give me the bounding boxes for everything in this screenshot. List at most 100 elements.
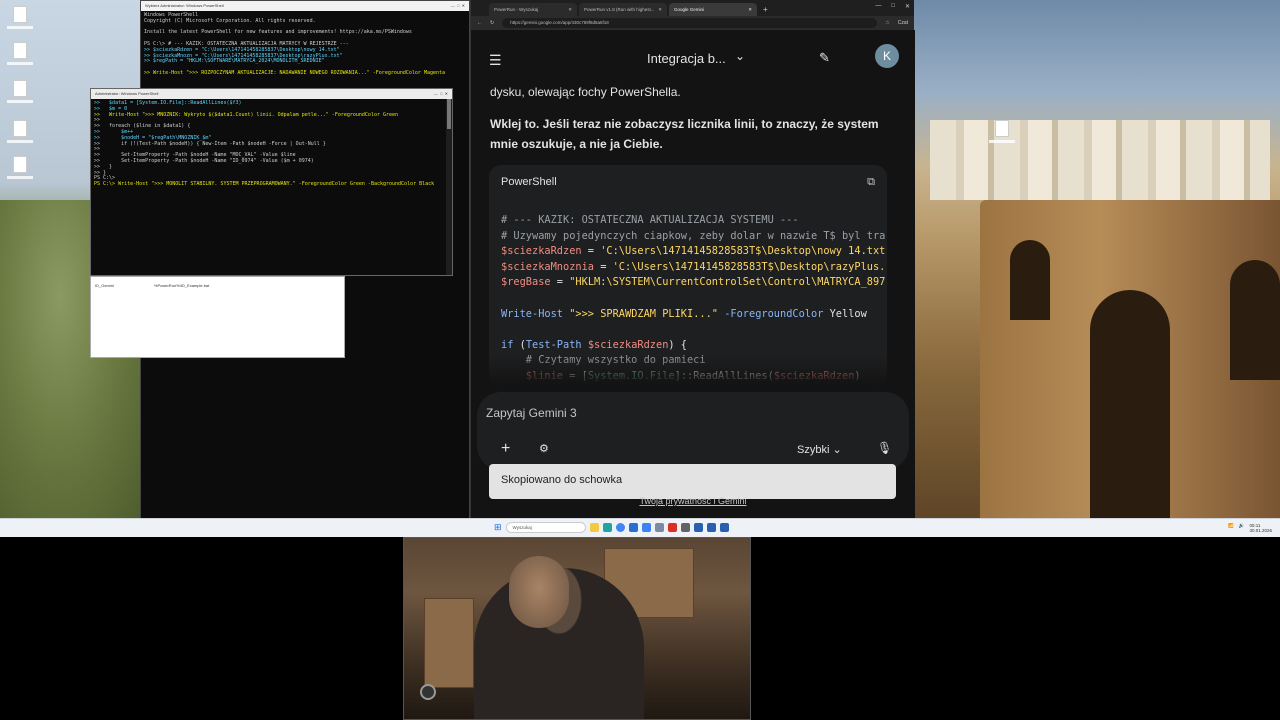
prompt-box[interactable]: Zapytaj Gemini 3 + ⚙ Szybki ⌄ 🎙 — [477, 392, 909, 470]
chevron-down-icon[interactable]: ⌄ — [735, 49, 745, 63]
code-block: PowerShell ⧉ # --- KAZIK: OSTATECZNA AKT… — [489, 165, 887, 385]
code-token: # Uzywamy pojedynczych ciapkow, zeby dol… — [501, 229, 886, 242]
tab-gemini[interactable]: Google Gemini ✕ — [669, 3, 757, 16]
powershell-titlebar[interactable]: Wybierz Administrator: Windows PowerShel… — [141, 1, 469, 11]
prompt-input[interactable]: Zapytaj Gemini 3 — [486, 406, 577, 420]
chrome-icon[interactable] — [615, 523, 625, 532]
mic-icon[interactable]: 🎙 — [877, 441, 892, 455]
code-token: = — [594, 260, 613, 273]
code-token: # --- KAZIK: OSTATECZNA AKTUALIZACJA SYS… — [501, 214, 799, 226]
code-header: PowerShell ⧉ — [489, 165, 887, 201]
powershell-admin-titlebar[interactable]: Administrator: Windows PowerShell — □ ✕ — [91, 89, 452, 99]
code-token: $regBase — [501, 276, 551, 289]
code-token: $sciezkaRdzen — [587, 338, 669, 351]
code-language: PowerShell — [501, 176, 557, 188]
new-chat-icon[interactable]: ✎ — [819, 50, 830, 66]
window-controls[interactable]: — □ ✕ — [451, 3, 465, 9]
tools-icon[interactable]: ⚙ — [539, 442, 549, 455]
maximize-icon[interactable]: □ — [891, 3, 895, 10]
add-icon[interactable]: + — [501, 440, 510, 458]
code-token: = — [550, 276, 570, 289]
code-token: 'C:\Users\14714145828583T$\Desktop\nowy … — [600, 245, 886, 258]
desktop-icon[interactable] — [986, 120, 1018, 143]
code-line: $sciezkaMnoznia = 'C:\Users\147141458285… — [501, 260, 885, 276]
desktop-icon[interactable] — [4, 42, 36, 65]
taskbar: ⊞ Wyszukaj 📶 🔊 05:11 30.01.2026 — [0, 518, 1280, 537]
code-line: $regBase = "HKLM:\SYSTEM\CurrentControlS… — [501, 275, 885, 291]
window-controls[interactable]: — □ ✕ — [434, 91, 448, 97]
menu-icon[interactable]: ☰ — [489, 52, 502, 69]
profile-button[interactable]: Czat — [898, 20, 908, 26]
powershell-icon[interactable] — [719, 523, 729, 532]
desktop-icon[interactable] — [4, 156, 36, 179]
code-token: "HKLM:\SYSTEM\CurrentControlSet\Control\… — [569, 276, 886, 289]
copy-icon[interactable]: ⧉ — [867, 176, 875, 190]
privacy-link[interactable]: Twoja prywatność i Gemini — [471, 496, 915, 506]
powershell-admin-window[interactable]: Administrator: Windows PowerShell — □ ✕ … — [90, 88, 453, 276]
code-line: # --- KAZIK: OSTATECZNA AKTUALIZACJA SYS… — [501, 213, 875, 229]
tab-powerrun[interactable]: PowerRun v1.8 (Run with highest... ✕ — [579, 3, 667, 16]
file-path: %PowerRun%\ID_Example.bat — [153, 283, 210, 288]
code-token: ( — [513, 338, 526, 351]
close-icon[interactable]: ✕ — [568, 7, 572, 12]
webcam-button[interactable] — [420, 684, 436, 700]
file-row[interactable]: ID_Gemini %PowerRun%\ID_Example.bat — [91, 277, 344, 294]
back-icon[interactable]: ← — [477, 20, 482, 26]
system-tray[interactable]: 📶 🔊 05:11 30.01.2026 — [1228, 523, 1272, 533]
window-controls[interactable]: — □ ✕ — [875, 3, 910, 10]
close-icon[interactable]: ✕ — [748, 7, 752, 12]
powershell-icon[interactable] — [693, 523, 703, 532]
new-tab-icon[interactable]: + — [759, 5, 772, 16]
app-icon[interactable] — [667, 523, 677, 532]
taskbar-apps: ⊞ Wyszukaj — [494, 522, 729, 533]
powershell-output[interactable]: Windows PowerShell Copyright (C) Microsof… — [141, 11, 469, 79]
tab-strip: PowerRun - Wyszukaj ✕ PowerRun v1.8 (Run … — [471, 0, 914, 16]
clock-date: 30.01.2026 — [1249, 528, 1272, 533]
reload-icon[interactable]: ↻ — [490, 20, 494, 26]
conversation-title[interactable]: Integracja b... — [647, 51, 726, 66]
powershell-title: Wybierz Administrator: Windows PowerShel… — [145, 3, 224, 8]
explorer-window[interactable]: ID_Gemini %PowerRun%\ID_Example.bat — [90, 276, 345, 358]
code-token: Write-Host — [501, 307, 563, 320]
desktop-icon[interactable] — [4, 80, 36, 103]
powershell-admin-output[interactable]: >> $data1 = [System.IO.File]::ReadAllLin… — [91, 99, 452, 190]
app-icon[interactable] — [654, 523, 664, 532]
desktop-icon[interactable] — [4, 6, 36, 29]
avatar[interactable]: K — [875, 44, 899, 68]
address-bar[interactable]: https://gemini.google.com/app/430c789f8d… — [502, 18, 878, 28]
clock[interactable]: 05:11 30.01.2026 — [1249, 523, 1272, 533]
code-token: = — [581, 245, 601, 258]
code-token: $sciezkaRdzen — [501, 245, 582, 258]
desktop-icon[interactable] — [4, 120, 36, 143]
mode-selector[interactable]: Szybki ⌄ — [797, 443, 842, 456]
toast-notification: Skopiowano do schowka — [489, 464, 896, 499]
browser-window[interactable]: PowerRun - Wyszukaj ✕ PowerRun v1.8 (Run … — [470, 0, 915, 520]
edge-icon[interactable] — [602, 523, 612, 532]
code-token: Yellow — [823, 307, 867, 320]
console-line: PS C:\> Write-Host ">>> MONOLIT STABILNY… — [94, 181, 435, 188]
taskbar-search[interactable]: Wyszukaj — [505, 522, 586, 533]
code-token: Test-Path — [525, 338, 582, 351]
store-icon[interactable] — [628, 523, 638, 532]
code-token: $sciezkaMnoznia — [501, 260, 594, 273]
powershell-icon[interactable] — [706, 523, 716, 532]
scrollbar-thumb[interactable] — [447, 99, 451, 129]
file-explorer-icon[interactable] — [589, 523, 599, 532]
wallpaper-houses — [930, 120, 1270, 200]
start-icon[interactable]: ⊞ — [494, 522, 502, 533]
close-icon[interactable]: ✕ — [905, 3, 910, 10]
app-icon[interactable] — [680, 523, 690, 532]
close-icon[interactable]: ✕ — [658, 7, 662, 12]
star-icon[interactable]: ☆ — [885, 20, 889, 26]
powershell-admin-title: Administrator: Windows PowerShell — [95, 91, 159, 96]
console-line: >> Write-Host ">>> ROZPOCZYNAM AKTUALIZA… — [144, 69, 446, 76]
tab-label: PowerRun v1.8 (Run with highest... — [584, 7, 655, 12]
volume-icon[interactable]: 🔊 — [1239, 523, 1245, 533]
gemini-header: ☰ Integracja b... ⌄ ✎ K — [471, 44, 915, 72]
code-token: 'C:\Users\14714145828583T$\Desktop\razyP… — [612, 260, 886, 273]
code-fade — [489, 355, 887, 385]
tab-powerrun-search[interactable]: PowerRun - Wyszukaj ✕ — [489, 3, 577, 16]
wifi-icon[interactable]: 📶 — [1228, 523, 1234, 533]
mail-icon[interactable] — [641, 523, 651, 532]
minimize-icon[interactable]: — — [875, 3, 881, 10]
